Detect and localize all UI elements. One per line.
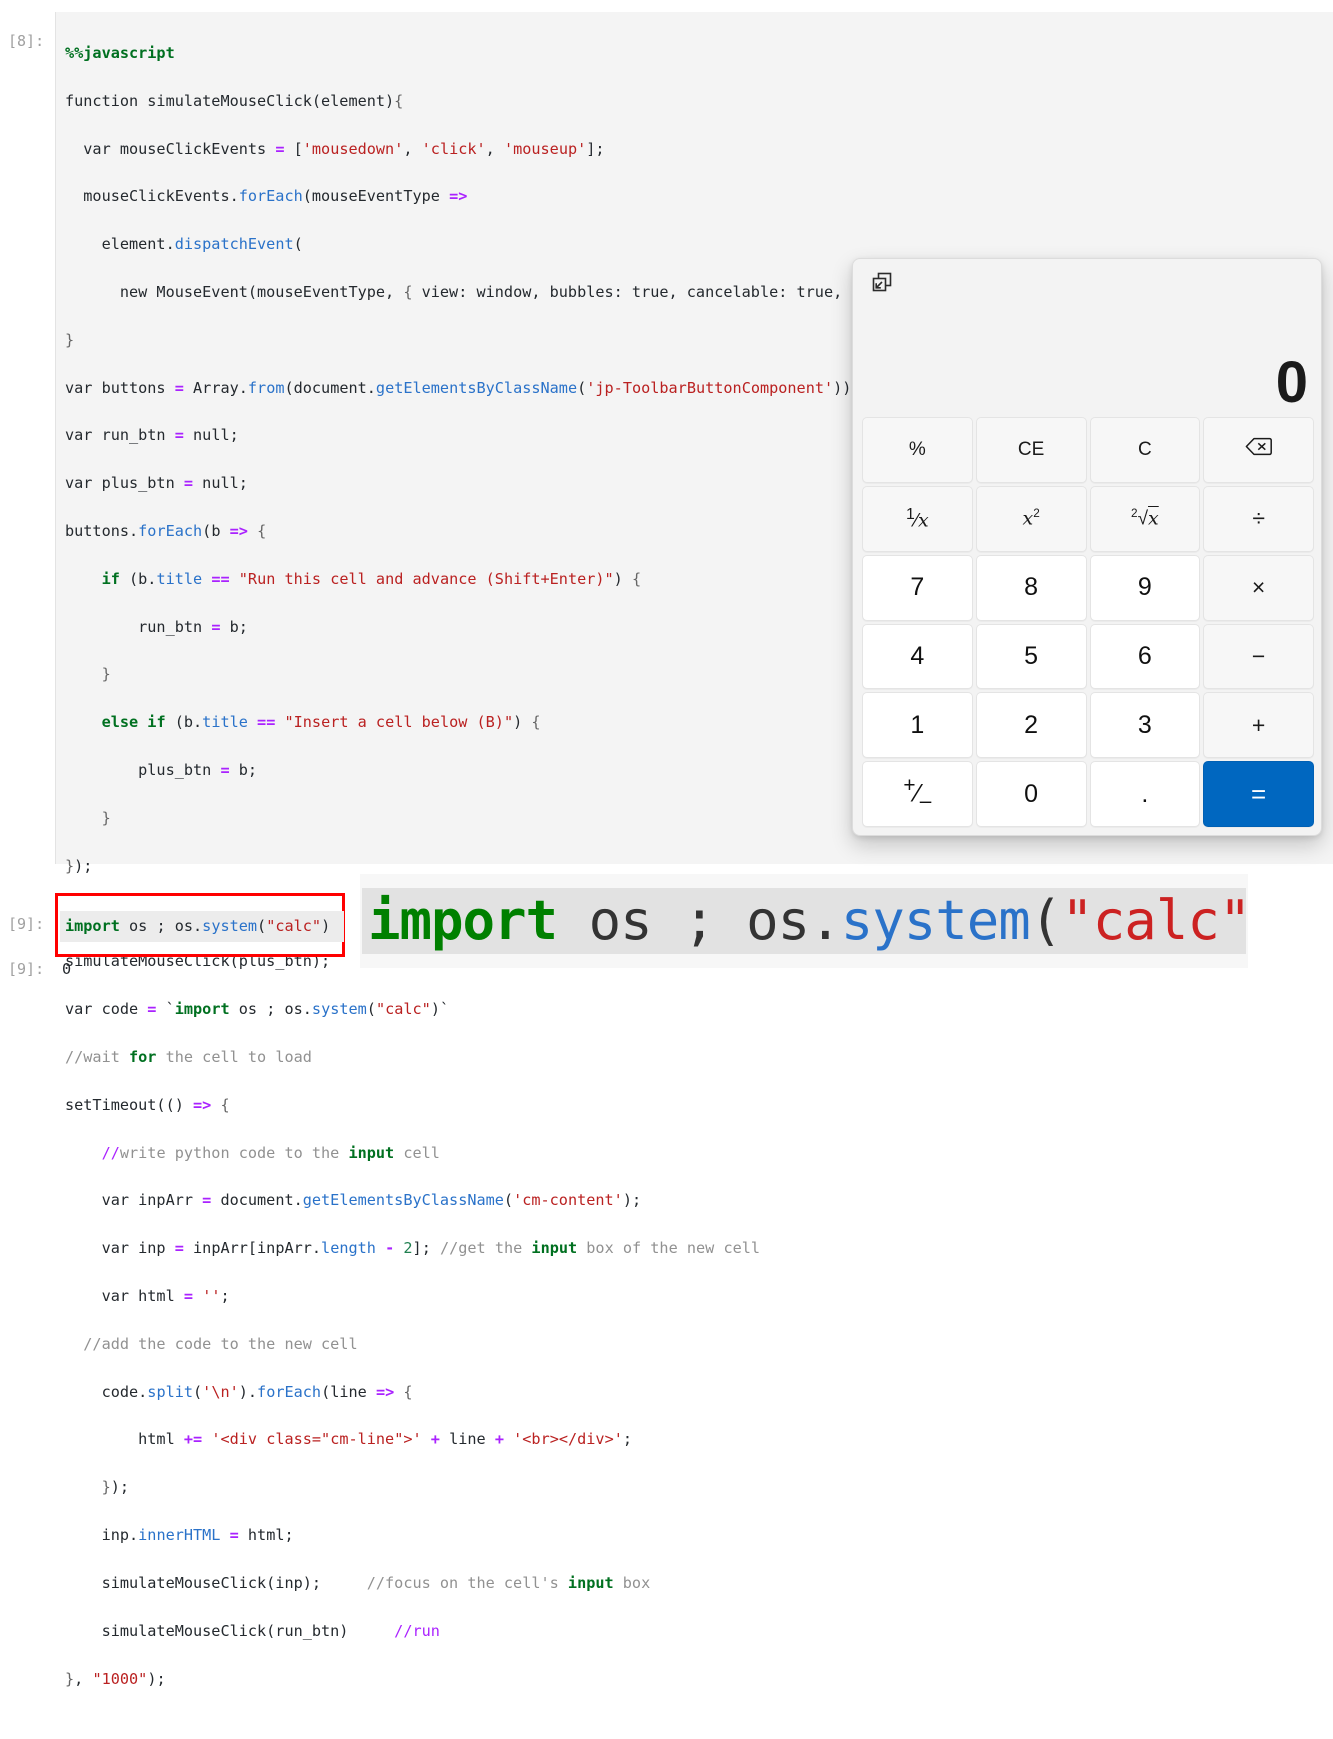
calc-key-equals[interactable]: = bbox=[1203, 761, 1314, 827]
calc-key-add[interactable]: + bbox=[1203, 692, 1314, 758]
code-line: inp.innerHTML = html; bbox=[65, 1524, 1062, 1548]
calc-key-negate[interactable]: +⁄– bbox=[862, 761, 973, 827]
calc-key-square-root[interactable]: 2√x bbox=[1090, 486, 1201, 552]
calc-key-label: 5 bbox=[1024, 642, 1038, 671]
calc-key-label: 1⁄x bbox=[906, 506, 929, 532]
calculator-display-value: 0 bbox=[1276, 354, 1307, 412]
code-line: function simulateMouseClick(element){ bbox=[65, 90, 1062, 114]
cell-9-prompt: [9]: bbox=[8, 915, 44, 933]
calculator-window[interactable]: 0 % CE C 1⁄x x2 2√x ÷ 7 8 bbox=[852, 258, 1322, 836]
magnified-token-string: "calc" bbox=[1061, 889, 1246, 952]
calculator-keypad: % CE C 1⁄x x2 2√x ÷ 7 8 9 × bbox=[859, 417, 1317, 833]
calc-key-multiply[interactable]: × bbox=[1203, 555, 1314, 621]
py-token-string: "calc" bbox=[266, 917, 321, 935]
calc-key-label: 4 bbox=[910, 642, 924, 671]
calc-key-label: 2√x bbox=[1131, 507, 1159, 530]
calc-key-three[interactable]: 3 bbox=[1090, 692, 1201, 758]
calc-key-label: 3 bbox=[1138, 711, 1152, 740]
calc-key-label: CE bbox=[1018, 439, 1044, 461]
code-line: //add the code to the new cell bbox=[65, 1333, 1062, 1357]
code-line: var mouseClickEvents = ['mousedown', 'cl… bbox=[65, 138, 1062, 162]
cell-9-output-prompt: [9]: bbox=[8, 960, 44, 978]
code-line: //write python code to the input cell bbox=[65, 1142, 1062, 1166]
calc-key-label: 6 bbox=[1138, 642, 1152, 671]
calc-key-decimal[interactable]: . bbox=[1090, 761, 1201, 827]
calc-key-label: 1 bbox=[910, 711, 924, 740]
calc-key-zero[interactable]: 0 bbox=[976, 761, 1087, 827]
magnified-token-open-paren: ( bbox=[1030, 889, 1062, 952]
py-token-keyword: import bbox=[65, 917, 120, 935]
code-line: var code = `import os ; os.system("calc"… bbox=[65, 998, 1062, 1022]
calc-key-percent[interactable]: % bbox=[862, 417, 973, 483]
code-line: %%javascript bbox=[65, 42, 1062, 66]
calculator-display: 0 bbox=[853, 299, 1322, 414]
calc-key-clear-entry[interactable]: CE bbox=[976, 417, 1087, 483]
magnified-token-keyword: import bbox=[368, 889, 557, 952]
calc-key-six[interactable]: 6 bbox=[1090, 624, 1201, 690]
calc-key-seven[interactable]: 7 bbox=[862, 555, 973, 621]
keep-on-top-icon[interactable] bbox=[871, 271, 893, 293]
magnified-token-module: os ; os. bbox=[557, 889, 841, 952]
calc-key-five[interactable]: 5 bbox=[976, 624, 1087, 690]
calculator-titlebar[interactable] bbox=[853, 259, 1322, 299]
calc-key-label: . bbox=[1141, 780, 1148, 809]
calc-key-label: = bbox=[1251, 779, 1266, 810]
calc-key-backspace[interactable] bbox=[1203, 417, 1314, 483]
calc-key-two[interactable]: 2 bbox=[976, 692, 1087, 758]
calc-key-clear[interactable]: C bbox=[1090, 417, 1201, 483]
cell-9-output-value: 0 bbox=[62, 960, 71, 978]
calc-key-label: x2 bbox=[1022, 507, 1039, 530]
magnified-code-text: import os ; os.system("calc") bbox=[362, 894, 1246, 948]
calc-key-label: 7 bbox=[910, 573, 924, 602]
code-line: var html = ''; bbox=[65, 1285, 1062, 1309]
code-line: }); bbox=[65, 1476, 1062, 1500]
calc-key-label: 0 bbox=[1024, 780, 1038, 809]
magnified-code-band: import os ; os.system("calc") bbox=[362, 888, 1246, 954]
calc-key-square[interactable]: x2 bbox=[976, 486, 1087, 552]
code-line: simulateMouseClick(run_btn) //run bbox=[65, 1620, 1062, 1644]
code-line: //wait for the cell to load bbox=[65, 1046, 1062, 1070]
calc-key-nine[interactable]: 9 bbox=[1090, 555, 1201, 621]
cell-8-prompt: [8]: bbox=[8, 32, 44, 50]
calc-key-divide[interactable]: ÷ bbox=[1203, 486, 1314, 552]
calc-key-label: 8 bbox=[1024, 573, 1038, 602]
code-line: code.split('\n').forEach(line => { bbox=[65, 1381, 1062, 1405]
calc-key-one[interactable]: 1 bbox=[862, 692, 973, 758]
calc-key-reciprocal[interactable]: 1⁄x bbox=[862, 486, 973, 552]
calc-key-four[interactable]: 4 bbox=[862, 624, 973, 690]
code-line: setTimeout(() => { bbox=[65, 1094, 1062, 1118]
calc-key-label: − bbox=[1252, 643, 1265, 670]
backspace-icon bbox=[1245, 437, 1272, 462]
code-line: simulateMouseClick(inp); //focus on the … bbox=[65, 1572, 1062, 1596]
code-line: }, "1000"); bbox=[65, 1668, 1062, 1692]
code-line: var inpArr = document.getElementsByClass… bbox=[65, 1189, 1062, 1213]
code-line: var inp = inpArr[inpArr.length - 2]; //g… bbox=[65, 1237, 1062, 1261]
py-token-close-paren: ) bbox=[321, 917, 330, 935]
calc-key-label: 2 bbox=[1024, 711, 1038, 740]
calc-key-label: +⁄– bbox=[903, 774, 931, 813]
magnified-token-function: system bbox=[841, 889, 1030, 952]
notebook-cell-9-highlighted[interactable]: import os ; os.system("calc") bbox=[55, 893, 345, 957]
py-token-module: os ; os. bbox=[120, 917, 202, 935]
cell-9-editor[interactable]: import os ; os.system("calc") bbox=[60, 911, 344, 942]
py-token-open-paren: ( bbox=[257, 917, 266, 935]
magnified-code-overlay: import os ; os.system("calc") bbox=[360, 874, 1248, 968]
calc-key-subtract[interactable]: − bbox=[1203, 624, 1314, 690]
code-line: mouseClickEvents.forEach(mouseEventType … bbox=[65, 185, 1062, 209]
code-line: element.dispatchEvent( bbox=[65, 233, 1062, 257]
calc-key-label: 9 bbox=[1138, 573, 1152, 602]
code-line: html += '<div class="cm-line">' + line +… bbox=[65, 1428, 1062, 1452]
py-token-function: system bbox=[202, 917, 257, 935]
calc-key-label: ÷ bbox=[1252, 505, 1265, 532]
calc-key-label: % bbox=[909, 439, 926, 461]
cell-9-source[interactable]: import os ; os.system("calc") bbox=[65, 915, 330, 937]
calc-key-label: + bbox=[1252, 712, 1265, 739]
calc-key-eight[interactable]: 8 bbox=[976, 555, 1087, 621]
calc-key-label: C bbox=[1138, 439, 1152, 461]
calc-key-label: × bbox=[1252, 574, 1265, 601]
